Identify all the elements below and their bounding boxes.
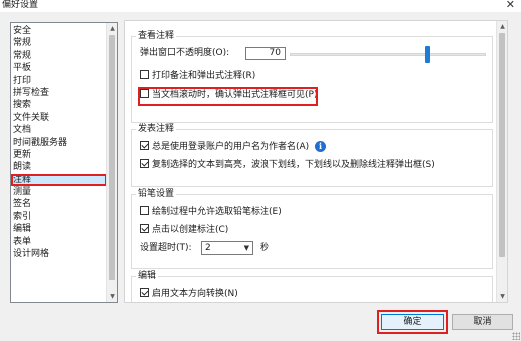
copy-selected-label: 复制选择的文本到高亮，波浪下划线，下划线以及删除线注释弹出框(S) — [152, 160, 435, 170]
view-annotations-title: 查看注释 — [136, 30, 177, 42]
category-item[interactable]: 更新 — [11, 149, 107, 161]
opacity-slider-track[interactable] — [290, 53, 486, 56]
resize-grip[interactable] — [512, 332, 520, 340]
print-popups-checkbox[interactable] — [140, 70, 149, 79]
print-popups-row[interactable]: 打印备注和弹出式注释(R) — [140, 70, 255, 83]
opacity-input[interactable]: 70 — [245, 47, 286, 60]
category-items: 安全 常规 常规 平板 打印 拼写检查 搜索 文件关联 文档 时间戳服务器 更新 朗读 注释 测量 签名 索引… — [11, 25, 107, 260]
scroll-thumb[interactable] — [109, 35, 115, 280]
click-create-label: 点击以创建标注(C) — [152, 225, 229, 235]
use-login-name-row[interactable]: 总是使用登录账户的用户名为作者名(A) — [140, 141, 309, 154]
chevron-down-icon: ▼ — [243, 244, 249, 252]
category-item[interactable]: 安全 — [11, 25, 107, 37]
timeout-select[interactable]: 2 ▼ — [201, 241, 253, 255]
title-bar: 偏好设置 ✕ — [0, 0, 521, 12]
category-item[interactable]: 注释 — [11, 173, 107, 187]
print-popups-label: 打印备注和弹出式注释(R) — [152, 71, 256, 81]
click-create-row[interactable]: 点击以创建标注(C) — [140, 224, 228, 237]
publish-annotations-title: 发表注释 — [136, 123, 177, 135]
category-item[interactable]: 常规 — [11, 37, 107, 49]
category-item[interactable]: 编辑 — [11, 223, 107, 235]
category-item[interactable]: 拼写检查 — [11, 87, 107, 99]
ok-button[interactable]: 确定 — [381, 314, 444, 330]
allow-select-checkbox[interactable] — [140, 206, 149, 215]
settings-panel: 查看注释 弹出窗口不透明度(O): 70 打印备注和弹出式注释(R) 当文档滚动… — [124, 20, 508, 303]
opacity-label: 弹出窗口不透明度(O): — [140, 48, 230, 58]
category-item[interactable]: 测量 — [11, 186, 107, 198]
category-item[interactable]: 索引 — [11, 211, 107, 223]
confirm-visible-checkbox[interactable] — [140, 89, 149, 98]
text-direction-row[interactable]: 启用文本方向转换(N) — [140, 288, 238, 301]
edit-group: 编辑 启用文本方向转换(N) — [131, 270, 493, 302]
text-direction-checkbox[interactable] — [140, 288, 149, 297]
edit-title: 编辑 — [136, 270, 159, 282]
timeout-unit: 秒 — [260, 243, 270, 253]
pencil-settings-group: 铅笔设置 绘制过程中允许选取铅笔标注(E) 点击以创建标注(C) 设置超时(T)… — [131, 188, 493, 269]
panel-scrollbar[interactable]: ▲ ▼ — [496, 21, 507, 302]
cancel-button[interactable]: 取消 — [452, 314, 513, 330]
category-item[interactable]: 搜索 — [11, 99, 107, 111]
category-item[interactable]: 朗读 — [11, 161, 107, 173]
window-title: 偏好设置 — [2, 0, 39, 10]
click-create-checkbox[interactable] — [140, 224, 149, 233]
close-icon[interactable]: ✕ — [506, 0, 515, 11]
publish-annotations-group: 发表注释 总是使用登录账户的用户名为作者名(A) i 复制选择的文本到高亮，波浪… — [131, 123, 493, 187]
category-item[interactable]: 时间戳服务器 — [11, 137, 107, 149]
panel-scroll-up-icon[interactable]: ▲ — [497, 21, 507, 32]
category-list[interactable]: 安全 常规 常规 平板 打印 拼写检查 搜索 文件关联 文档 时间戳服务器 更新 朗读 注释 测量 签名 索引… — [10, 22, 118, 303]
panel-scroll-down-icon[interactable]: ▼ — [497, 291, 507, 302]
category-item[interactable]: 打印 — [11, 75, 107, 87]
panel-scroll-thumb[interactable] — [499, 33, 505, 257]
text-direction-label: 启用文本方向转换(N) — [152, 289, 238, 299]
category-item[interactable]: 签名 — [11, 198, 107, 210]
scroll-down-icon[interactable]: ▼ — [107, 291, 117, 302]
category-item[interactable]: 表单 — [11, 236, 107, 248]
confirm-visible-row[interactable]: 当文档滚动时，确认弹出式注释框可见(P) — [140, 89, 317, 102]
category-item[interactable]: 文件关联 — [11, 112, 107, 124]
info-icon[interactable]: i — [315, 141, 326, 152]
category-scrollbar[interactable]: ▲ ▼ — [106, 23, 117, 302]
timeout-label: 设置超时(T): — [140, 243, 192, 253]
timeout-value: 2 — [205, 243, 211, 253]
opacity-slider-thumb[interactable] — [425, 46, 431, 63]
category-item[interactable]: 平板 — [11, 62, 107, 74]
pencil-settings-title: 铅笔设置 — [136, 188, 177, 200]
allow-select-row[interactable]: 绘制过程中允许选取铅笔标注(E) — [140, 206, 282, 219]
confirm-visible-label: 当文档滚动时，确认弹出式注释框可见(P) — [152, 90, 318, 100]
copy-selected-row[interactable]: 复制选择的文本到高亮，波浪下划线，下划线以及删除线注释弹出框(S) — [140, 159, 435, 172]
category-item[interactable]: 常规 — [11, 50, 107, 62]
view-annotations-group: 查看注释 弹出窗口不透明度(O): 70 打印备注和弹出式注释(R) 当文档滚动… — [131, 30, 493, 123]
scroll-up-icon[interactable]: ▲ — [107, 23, 117, 34]
use-login-name-checkbox[interactable] — [140, 141, 149, 150]
allow-select-label: 绘制过程中允许选取铅笔标注(E) — [152, 207, 282, 217]
use-login-name-label: 总是使用登录账户的用户名为作者名(A) — [152, 142, 310, 152]
category-item[interactable]: 设计网格 — [11, 248, 107, 260]
category-item[interactable]: 文档 — [11, 124, 107, 136]
copy-selected-checkbox[interactable] — [140, 159, 149, 168]
